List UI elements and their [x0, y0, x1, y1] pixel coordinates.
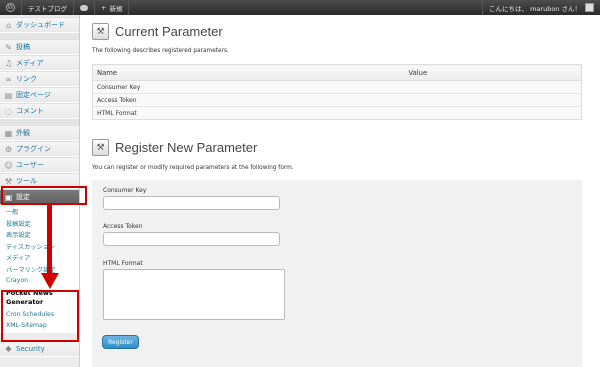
menu-dashboard[interactable]: ⌂ ダッシュボード: [0, 17, 79, 33]
row-name: HTML Format: [92, 106, 405, 120]
arrow-shaft: [47, 205, 52, 275]
annotation-box-plugin: [1, 290, 79, 342]
current-description: The following describes registered param…: [92, 48, 229, 54]
comments-link[interactable]: [74, 0, 95, 15]
register-header: ⚒ Register New Parameter: [92, 139, 257, 156]
plugin-icon: ⚙: [4, 144, 13, 154]
section-title: Register New Parameter: [115, 140, 258, 155]
access-token-label: Access Token: [103, 223, 143, 230]
menu-pages[interactable]: ▤ 固定ページ: [0, 87, 79, 103]
row-value: [404, 80, 582, 94]
comment-icon: ◌: [5, 106, 12, 116]
menu-label: 投稿: [16, 43, 30, 51]
page-icon: ▤: [4, 90, 13, 100]
row-value: [404, 106, 582, 120]
appearance-icon: ▦: [4, 128, 13, 138]
link-icon: ∞: [5, 74, 12, 84]
menu-appearance[interactable]: ▦ 外観: [0, 125, 79, 141]
table-row: HTML Format: [92, 106, 582, 120]
register-description: You can register or modify required para…: [92, 165, 294, 171]
menu-label: ユーザー: [16, 161, 44, 169]
menu-posts[interactable]: ✎ 投稿: [0, 39, 79, 55]
avatar: [585, 3, 594, 12]
annotation-arrow-icon: [41, 205, 59, 289]
row-name: Access Token: [92, 93, 405, 107]
comment-bubble-icon: [80, 4, 88, 11]
menu-label: 外観: [16, 129, 30, 137]
parameter-table: Name Value Consumer Key Access Token HTM…: [92, 64, 582, 120]
tools-page-icon: ⚒: [92, 139, 109, 156]
annotation-box-settings: [1, 186, 87, 205]
menu-comments[interactable]: ◌ コメント: [0, 103, 79, 119]
menu-media[interactable]: ♫ メディア: [0, 55, 79, 71]
users-icon: ☺: [4, 160, 13, 170]
tools-icon: ⚒: [4, 176, 13, 186]
greeting: こんにちは、 marubon さん！: [489, 4, 581, 13]
new-content-menu[interactable]: + 新規: [95, 0, 130, 15]
tools-page-icon: ⚒: [92, 23, 109, 40]
site-name-link[interactable]: テストブログ: [22, 0, 74, 15]
table-row: Consumer Key: [92, 80, 582, 94]
menu-label: コメント: [16, 107, 44, 115]
pin-icon: ✎: [5, 42, 12, 52]
new-label: 新規: [109, 4, 123, 13]
page-title: Current Parameter: [115, 24, 223, 39]
register-form: Consumer Key Access Token HTML Format Re…: [92, 180, 582, 367]
menu-label: プラグイン: [16, 145, 51, 153]
menu-label: ダッシュボード: [16, 21, 65, 29]
row-value: [404, 93, 582, 107]
media-icon: ♫: [4, 58, 13, 68]
account-menu[interactable]: こんにちは、 marubon さん！: [482, 0, 600, 15]
admin-bar: W テストブログ + 新規 こんにちは、 marubon さん！: [0, 0, 600, 15]
menu-label: Security: [16, 344, 45, 353]
table-header-row: Name Value: [92, 64, 582, 81]
consumer-key-input[interactable]: [103, 196, 280, 210]
dashboard-icon: ⌂: [5, 20, 12, 30]
menu-label: リンク: [16, 75, 37, 83]
menu-label: メディア: [16, 59, 44, 67]
html-format-textarea[interactable]: [103, 269, 285, 320]
menu-links[interactable]: ∞ リンク: [0, 71, 79, 87]
menu-security[interactable]: ◆ Security: [0, 340, 79, 357]
main-content: ⚒ Current Parameter The following descri…: [80, 15, 600, 367]
access-token-input[interactable]: [103, 232, 280, 246]
current-header: ⚒ Current Parameter: [92, 23, 223, 40]
wordpress-logo-icon: W: [6, 3, 15, 12]
column-value: Value: [404, 64, 582, 81]
arrow-head: [41, 273, 59, 289]
table-row: Access Token: [92, 93, 582, 107]
menu-label: 固定ページ: [16, 91, 51, 99]
row-name: Consumer Key: [92, 80, 405, 94]
shield-icon: ◆: [5, 344, 12, 353]
menu-plugins[interactable]: ⚙ プラグイン: [0, 141, 79, 157]
wp-logo-menu[interactable]: W: [0, 0, 22, 15]
plus-icon: +: [101, 3, 107, 12]
consumer-key-label: Consumer Key: [103, 187, 147, 194]
menu-users[interactable]: ☺ ユーザー: [0, 157, 79, 173]
html-format-label: HTML Format: [103, 260, 143, 267]
menu-label: ツール: [16, 177, 37, 185]
column-name: Name: [92, 64, 405, 81]
register-button[interactable]: Register: [102, 335, 139, 349]
